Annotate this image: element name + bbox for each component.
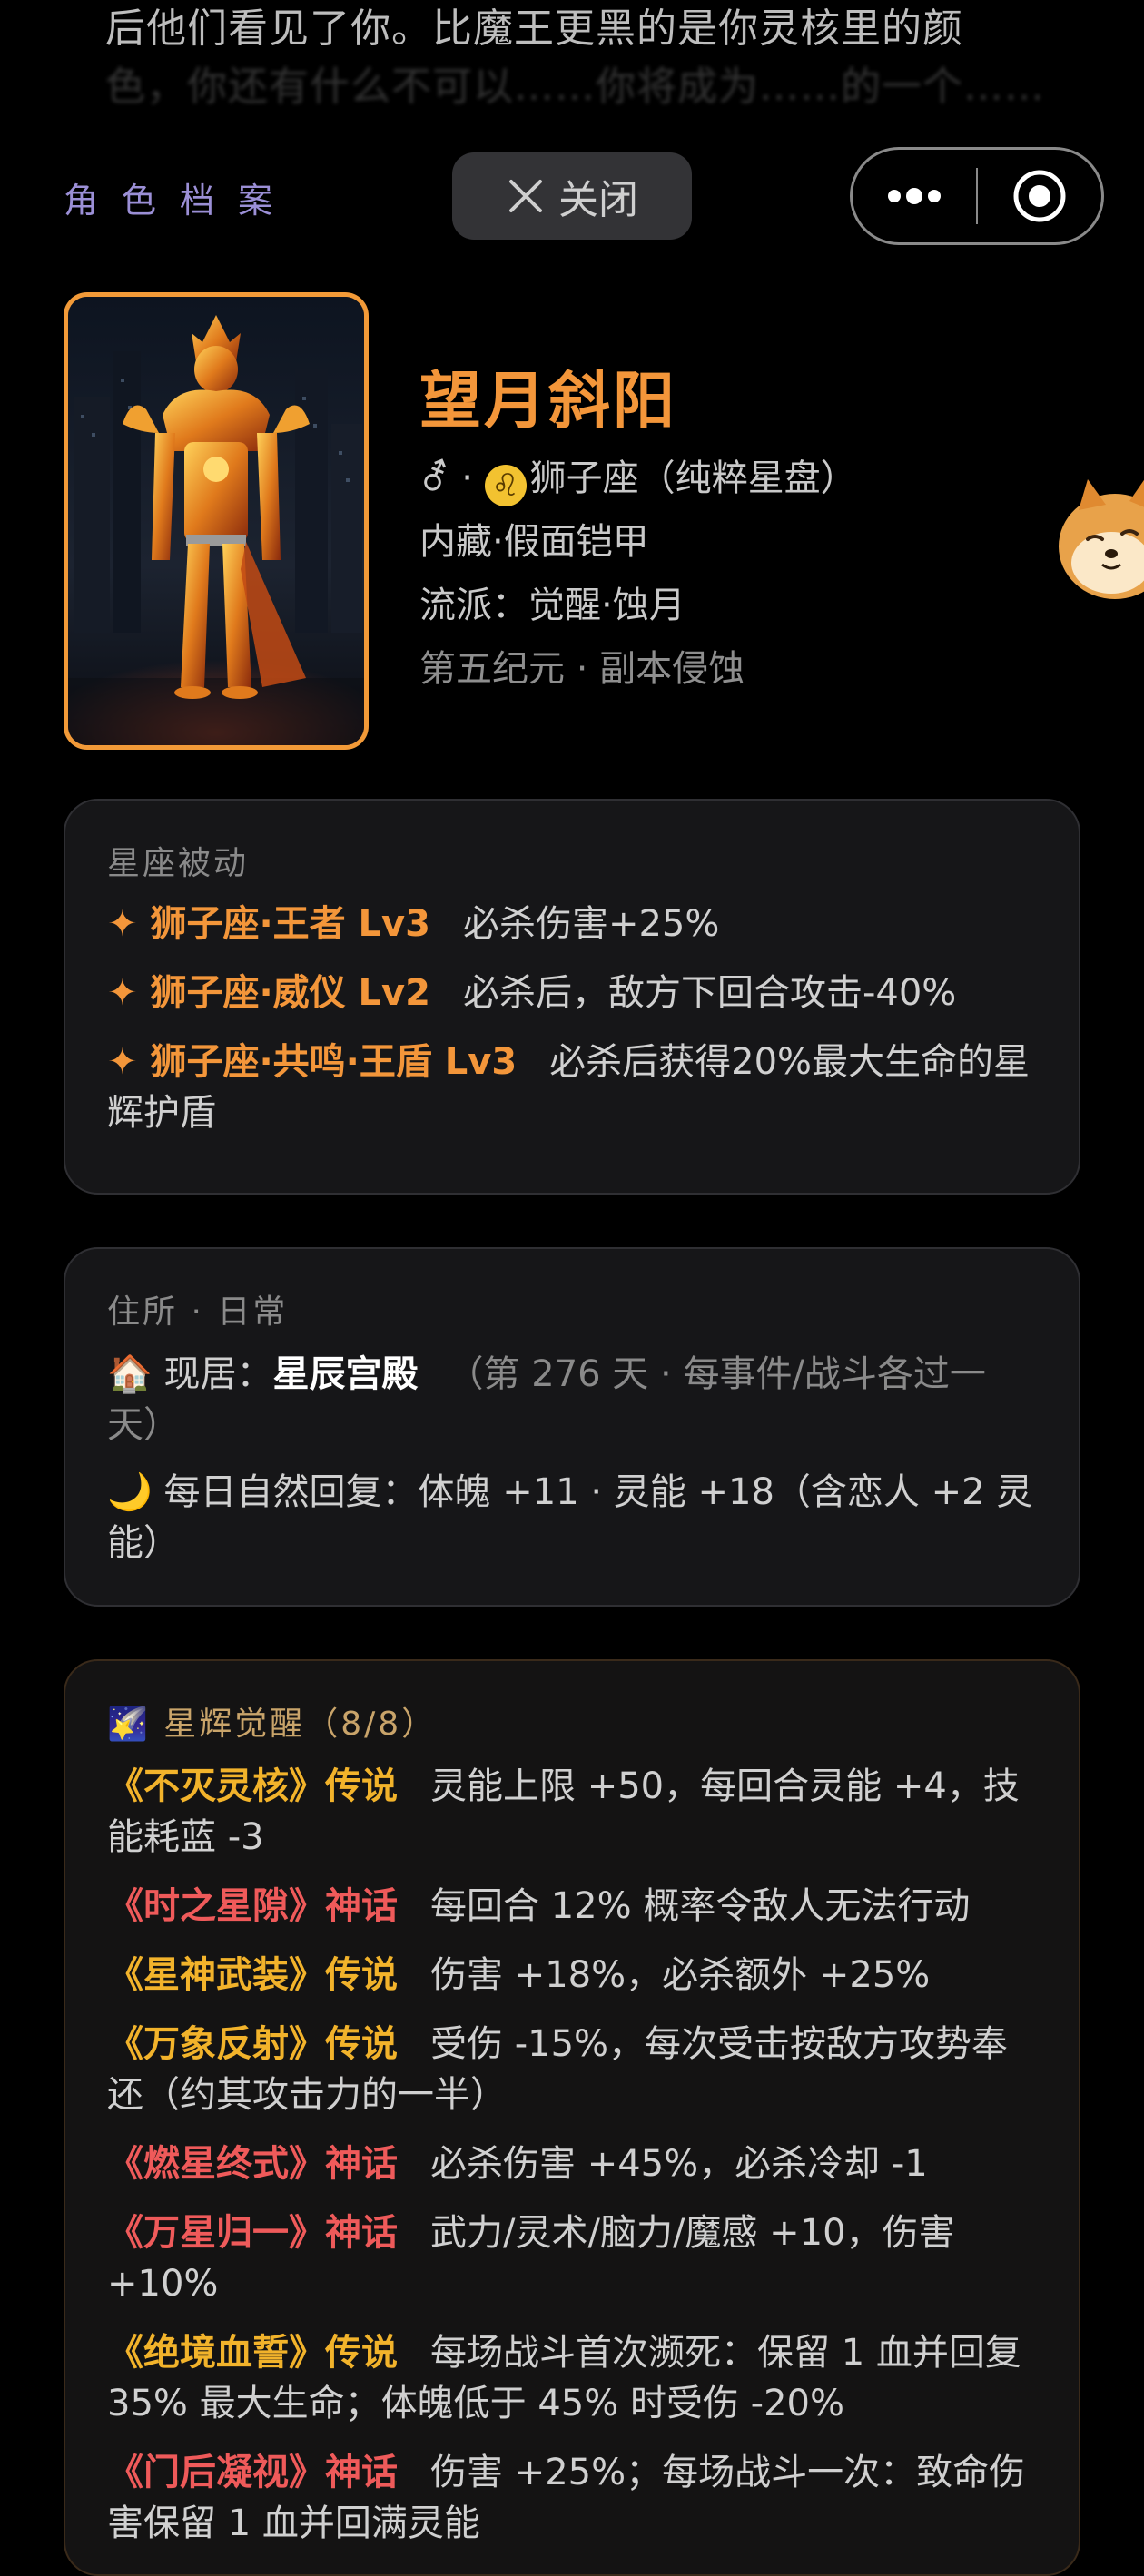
awakening-card: 🌠 星辉觉醒（8/8） 《不灭灵核》传说 灵能上限 +50，每回合灵能 +4，技能…: [64, 1659, 1080, 2576]
passive-item-desc: 必杀后，敌方下回合攻击-40%: [462, 972, 957, 1014]
awakening-item-tag: 《燃星终式》神话: [107, 2143, 398, 2185]
passive-card-title: 星座被动: [107, 845, 250, 882]
close-button-label: 关闭: [558, 177, 638, 223]
passive-item-tag: ✦ 狮子座·王者 Lv3: [107, 903, 430, 945]
era-line: 第五纪元 · 副本侵蚀: [419, 648, 745, 690]
armored-hero-image: [68, 297, 364, 745]
target-icon: [1013, 170, 1066, 222]
story-text: 后他们看见了你。比魔王更黑的是你灵核里的颜 色，你还有什么不可以……你将成为………: [105, 0, 1086, 116]
awakening-item-desc: 每回合 12% 概率令敌人无法行动: [430, 1885, 971, 1927]
residence-home: 🏠 现居：星辰宫殿 （第 276 天 · 每事件/战斗各过一天）: [107, 1349, 1037, 1450]
awakening-item: 《时之星隙》神话 每回合 12% 概率令敌人无法行动: [107, 1881, 1037, 1932]
shiba-pet-icon[interactable]: [1051, 474, 1144, 610]
gender-symbol: ⚦ ·: [419, 457, 485, 499]
close-button[interactable]: 关闭: [452, 152, 692, 240]
passive-item-tag: ✦ 狮子座·共鸣·王盾 Lv3: [107, 1041, 518, 1083]
awakening-title-text: 星辉觉醒（8/8）: [150, 1706, 438, 1743]
awakening-item: 《星神武装》传说 伤害 +18%，必杀额外 +25%: [107, 1950, 1037, 2001]
school-line: 流派：觉醒·蚀月: [419, 585, 685, 626]
awakening-item-desc: 必杀伤害 +45%，必杀冷却 -1: [430, 2143, 928, 2185]
awakening-item-tag: 《绝境血誓》传说: [107, 2332, 398, 2374]
residence-card: 住所 · 日常 🏠 现居：星辰宫殿 （第 276 天 · 每事件/战斗各过一天） …: [64, 1247, 1080, 1607]
moon-icon: 🌙: [107, 1471, 153, 1513]
passive-item: ✦ 狮子座·王者 Lv3 必杀伤害+25%: [107, 899, 1037, 949]
story-line: 后他们看见了你。比魔王更黑的是你灵核里的颜: [105, 5, 963, 52]
awakening-item: 《燃星终式》神话 必杀伤害 +45%，必杀冷却 -1: [107, 2138, 1037, 2189]
awakening-item: 《万星归一》神话 武力/灵术/脑力/魔感 +10，伤害 +10%: [107, 2207, 1037, 2309]
passive-item: ✦ 狮子座·共鸣·王盾 Lv3 必杀后获得20%最大生命的星辉护盾: [107, 1037, 1037, 1138]
awakening-item-tag: 《星神武装》传说: [107, 1954, 398, 1996]
more-icon: [888, 188, 941, 204]
passive-card: 星座被动 ✦ 狮子座·王者 Lv3 必杀伤害+25% ✦ 狮子座·威仪 Lv2 必杀…: [64, 799, 1080, 1195]
awakening-item: 《不灭灵核》传说 灵能上限 +50，每回合灵能 +4，技能耗蓝 -3: [107, 1761, 1037, 1863]
more-button[interactable]: [853, 150, 976, 242]
leo-icon: ♌: [484, 465, 527, 506]
awakening-item-tag: 《时之星隙》神话: [107, 1885, 398, 1927]
inner-armor-line: 内藏·假面铠甲: [419, 521, 649, 563]
close-icon: [509, 180, 542, 212]
awakening-item-tag: 《万象反射》传说: [107, 2023, 398, 2065]
home-icon: 🏠: [107, 1353, 153, 1395]
passive-item-desc: 必杀伤害+25%: [462, 903, 720, 945]
section-label: 角色档案: [64, 181, 297, 221]
recovery-text: 每日自然回复：体魄 +11 · 灵能 +18（含恋人 +2 灵能）: [107, 1471, 1033, 1564]
residence-card-title: 住所 · 日常: [107, 1293, 289, 1331]
character-name: 望月斜阳: [419, 366, 678, 438]
mini-program-capsule: [850, 147, 1104, 245]
residence-recovery: 🌙 每日自然回复：体魄 +11 · 灵能 +18（含恋人 +2 灵能）: [107, 1467, 1037, 1568]
exit-button[interactable]: [978, 150, 1101, 242]
story-line-faded: 色，你还有什么不可以……你将成为……的一个……: [105, 64, 1045, 110]
gender-zodiac-line: ⚦ · ♌ 狮子座（纯粹星盘）: [419, 448, 857, 506]
awakening-card-title: 🌠 星辉觉醒（8/8）: [107, 1697, 1037, 1748]
awakening-item-tag: 《门后凝视》神话: [107, 2452, 398, 2493]
home-name: 星辰宫殿: [272, 1353, 419, 1395]
awakening-item: 《绝境血誓》传说 每场战斗首次濒死：保留 1 血并回复 35% 最大生命；体魄低于…: [107, 2327, 1037, 2429]
awakening-item-tag: 《不灭灵核》传说: [107, 1765, 398, 1807]
awakening-item-tag: 《万星归一》神话: [107, 2212, 398, 2254]
awakening-item: 《万象反射》传说 受伤 -15%，每次受击按敌方攻势奉还（约其攻击力的一半）: [107, 2019, 1037, 2120]
shooting-star-icon: 🌠: [107, 1706, 151, 1743]
character-portrait[interactable]: [64, 292, 369, 750]
passive-item: ✦ 狮子座·威仪 Lv2 必杀后，敌方下回合攻击-40%: [107, 968, 1037, 1018]
zodiac-text: 狮子座（纯粹星盘）: [529, 457, 857, 499]
awakening-item-desc: 伤害 +18%，必杀额外 +25%: [430, 1954, 931, 1996]
passive-item-tag: ✦ 狮子座·威仪 Lv2: [107, 972, 430, 1014]
awakening-item: 《门后凝视》神话 伤害 +25%；每场战斗一次：致命伤害保留 1 血并回满灵能: [107, 2447, 1037, 2549]
home-prefix: 现居：: [152, 1353, 273, 1395]
